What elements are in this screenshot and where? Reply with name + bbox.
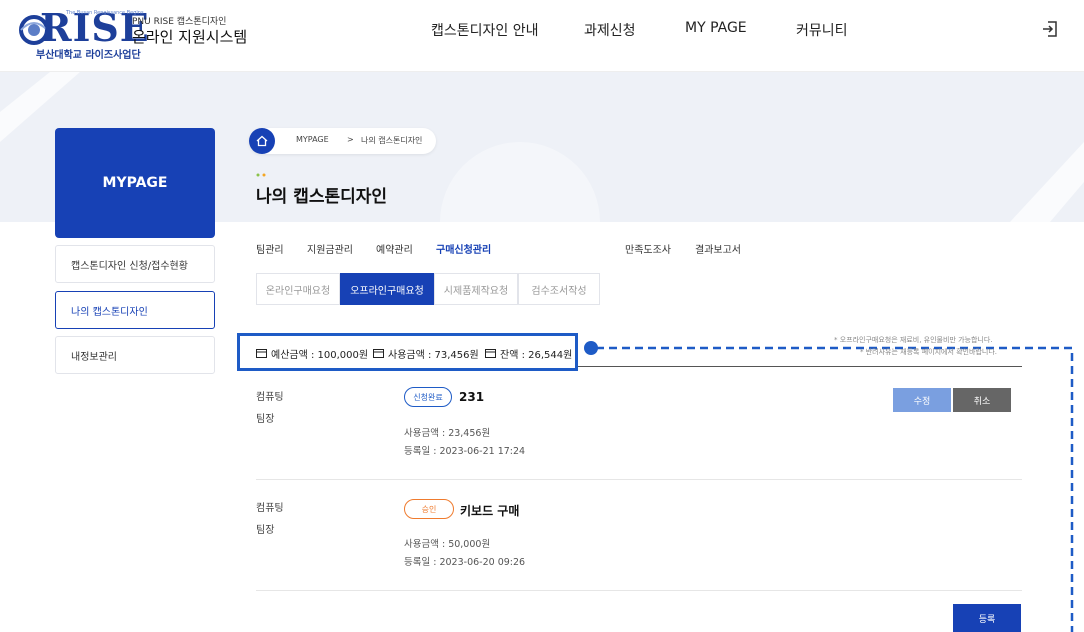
record-title[interactable]: 키보드 구매 [460,502,519,519]
breadcrumb-current: 나의 캡스톤디자인 [361,136,423,145]
cancel-button[interactable]: 취소 [953,388,1011,412]
tab-satisfaction-survey[interactable]: 만족도조사 [625,241,671,256]
main-nav: 캡스톤디자인 안내 과제신청 MY PAGE 커뮤니티 [0,20,1084,40]
title-dots-icon [256,173,266,177]
nav-my-page[interactable]: MY PAGE [685,20,747,36]
status-badge: 신청완료 [404,387,452,407]
tab-final-report[interactable]: 결과보고서 [695,241,741,256]
record-role: 팀장 [256,525,275,536]
record-team: 컴퓨팅 [256,392,284,403]
budget-summary: 예산금액 : 100,000원 사용금액 : 73,456원 잔액 : 26,5… [237,333,578,371]
subtab-online-purchase[interactable]: 온라인구매요청 [256,273,340,305]
tab-reservation-management[interactable]: 예약관리 [376,241,413,256]
record-team: 컴퓨팅 [256,503,284,514]
breadcrumb-separator: > [347,135,354,144]
card-icon [256,349,267,358]
tab-purchase-request[interactable]: 구매신청관리 [436,241,491,256]
budget-total: 예산금액 : 100,000원 [256,346,368,361]
header: RISE The Busan Renaissance Begins 부산대학교 … [0,0,1084,72]
note-offline-only: * 오프라인구매요청은 재료비, 유인물비만 가능합니다. [834,336,993,344]
subtab-prototype-request[interactable]: 시제품제작요청 [434,273,518,305]
sidebar-item-label: 나의 캡스톤디자인 [71,306,148,318]
sidebar-item-label: 내정보관리 [71,351,117,363]
divider-line [578,366,1022,367]
budget-balance: 잔액 : 26,544원 [485,346,572,361]
subtabs: 온라인구매요청 오프라인구매요청 시제품제작요청 검수조서작성 [256,273,600,305]
nav-community[interactable]: 커뮤니티 [796,20,848,40]
logo-organization: 부산대학교 라이즈사업단 [36,50,141,61]
record-title[interactable]: 231 [459,390,484,404]
record-amount: 사용금액 : 50,000원 [404,539,491,550]
sidebar-title-box: MYPAGE [55,128,215,238]
subtab-inspection-report[interactable]: 검수조서작성 [518,273,600,305]
breadcrumb: MYPAGE > 나의 캡스톤디자인 [249,128,436,154]
sidebar-item-my-info[interactable]: 내정보관리 [55,336,215,374]
breadcrumb-mypage[interactable]: MYPAGE [296,135,329,144]
home-icon [256,135,268,147]
tab-grant-management[interactable]: 지원금관리 [307,241,353,256]
card-icon [485,349,496,358]
record-role: 팀장 [256,414,275,425]
sidebar-item-label: 캡스톤디자인 신청/접수현황 [71,260,188,272]
record-date: 등록일 : 2023-06-20 09:26 [404,557,526,568]
budget-used: 사용금액 : 73,456원 [373,346,479,361]
status-badge: 승인 [404,499,454,519]
register-button[interactable]: 등록 [953,604,1021,632]
budget-total-text: 예산금액 : 100,000원 [271,350,369,361]
logout-icon[interactable] [1041,20,1059,38]
record-amount: 사용금액 : 23,456원 [404,428,491,439]
budget-used-text: 사용금액 : 73,456원 [388,350,479,361]
edit-button[interactable]: 수정 [893,388,951,412]
sidebar-item-my-capstone[interactable]: 나의 캡스톤디자인 [55,291,215,329]
list-item: 컴퓨팅 팀장 신청완료 231 사용금액 : 23,456원 등록일 : 202… [256,370,1022,480]
subtab-offline-purchase[interactable]: 오프라인구매요청 [340,273,434,305]
budget-balance-text: 잔액 : 26,544원 [500,350,573,361]
page-title: 나의 캡스톤디자인 [256,187,388,207]
nav-project-apply[interactable]: 과제신청 [584,20,636,40]
breadcrumb-home-button[interactable] [249,128,275,154]
record-date: 등록일 : 2023-06-21 17:24 [404,446,526,457]
card-icon [373,349,384,358]
tab-team-management[interactable]: 팀관리 [256,241,284,256]
list-item: 컴퓨팅 팀장 승인 키보드 구매 사용금액 : 50,000원 등록일 : 20… [256,481,1022,591]
note-reject-reason: * 반려사유는 재등록 페이지에서 확인바랍니다. [860,348,997,356]
sidebar-title: MYPAGE [102,175,168,191]
sidebar-item-application-status[interactable]: 캡스톤디자인 신청/접수현황 [55,245,215,283]
nav-capstone-guide[interactable]: 캡스톤디자인 안내 [431,20,539,40]
